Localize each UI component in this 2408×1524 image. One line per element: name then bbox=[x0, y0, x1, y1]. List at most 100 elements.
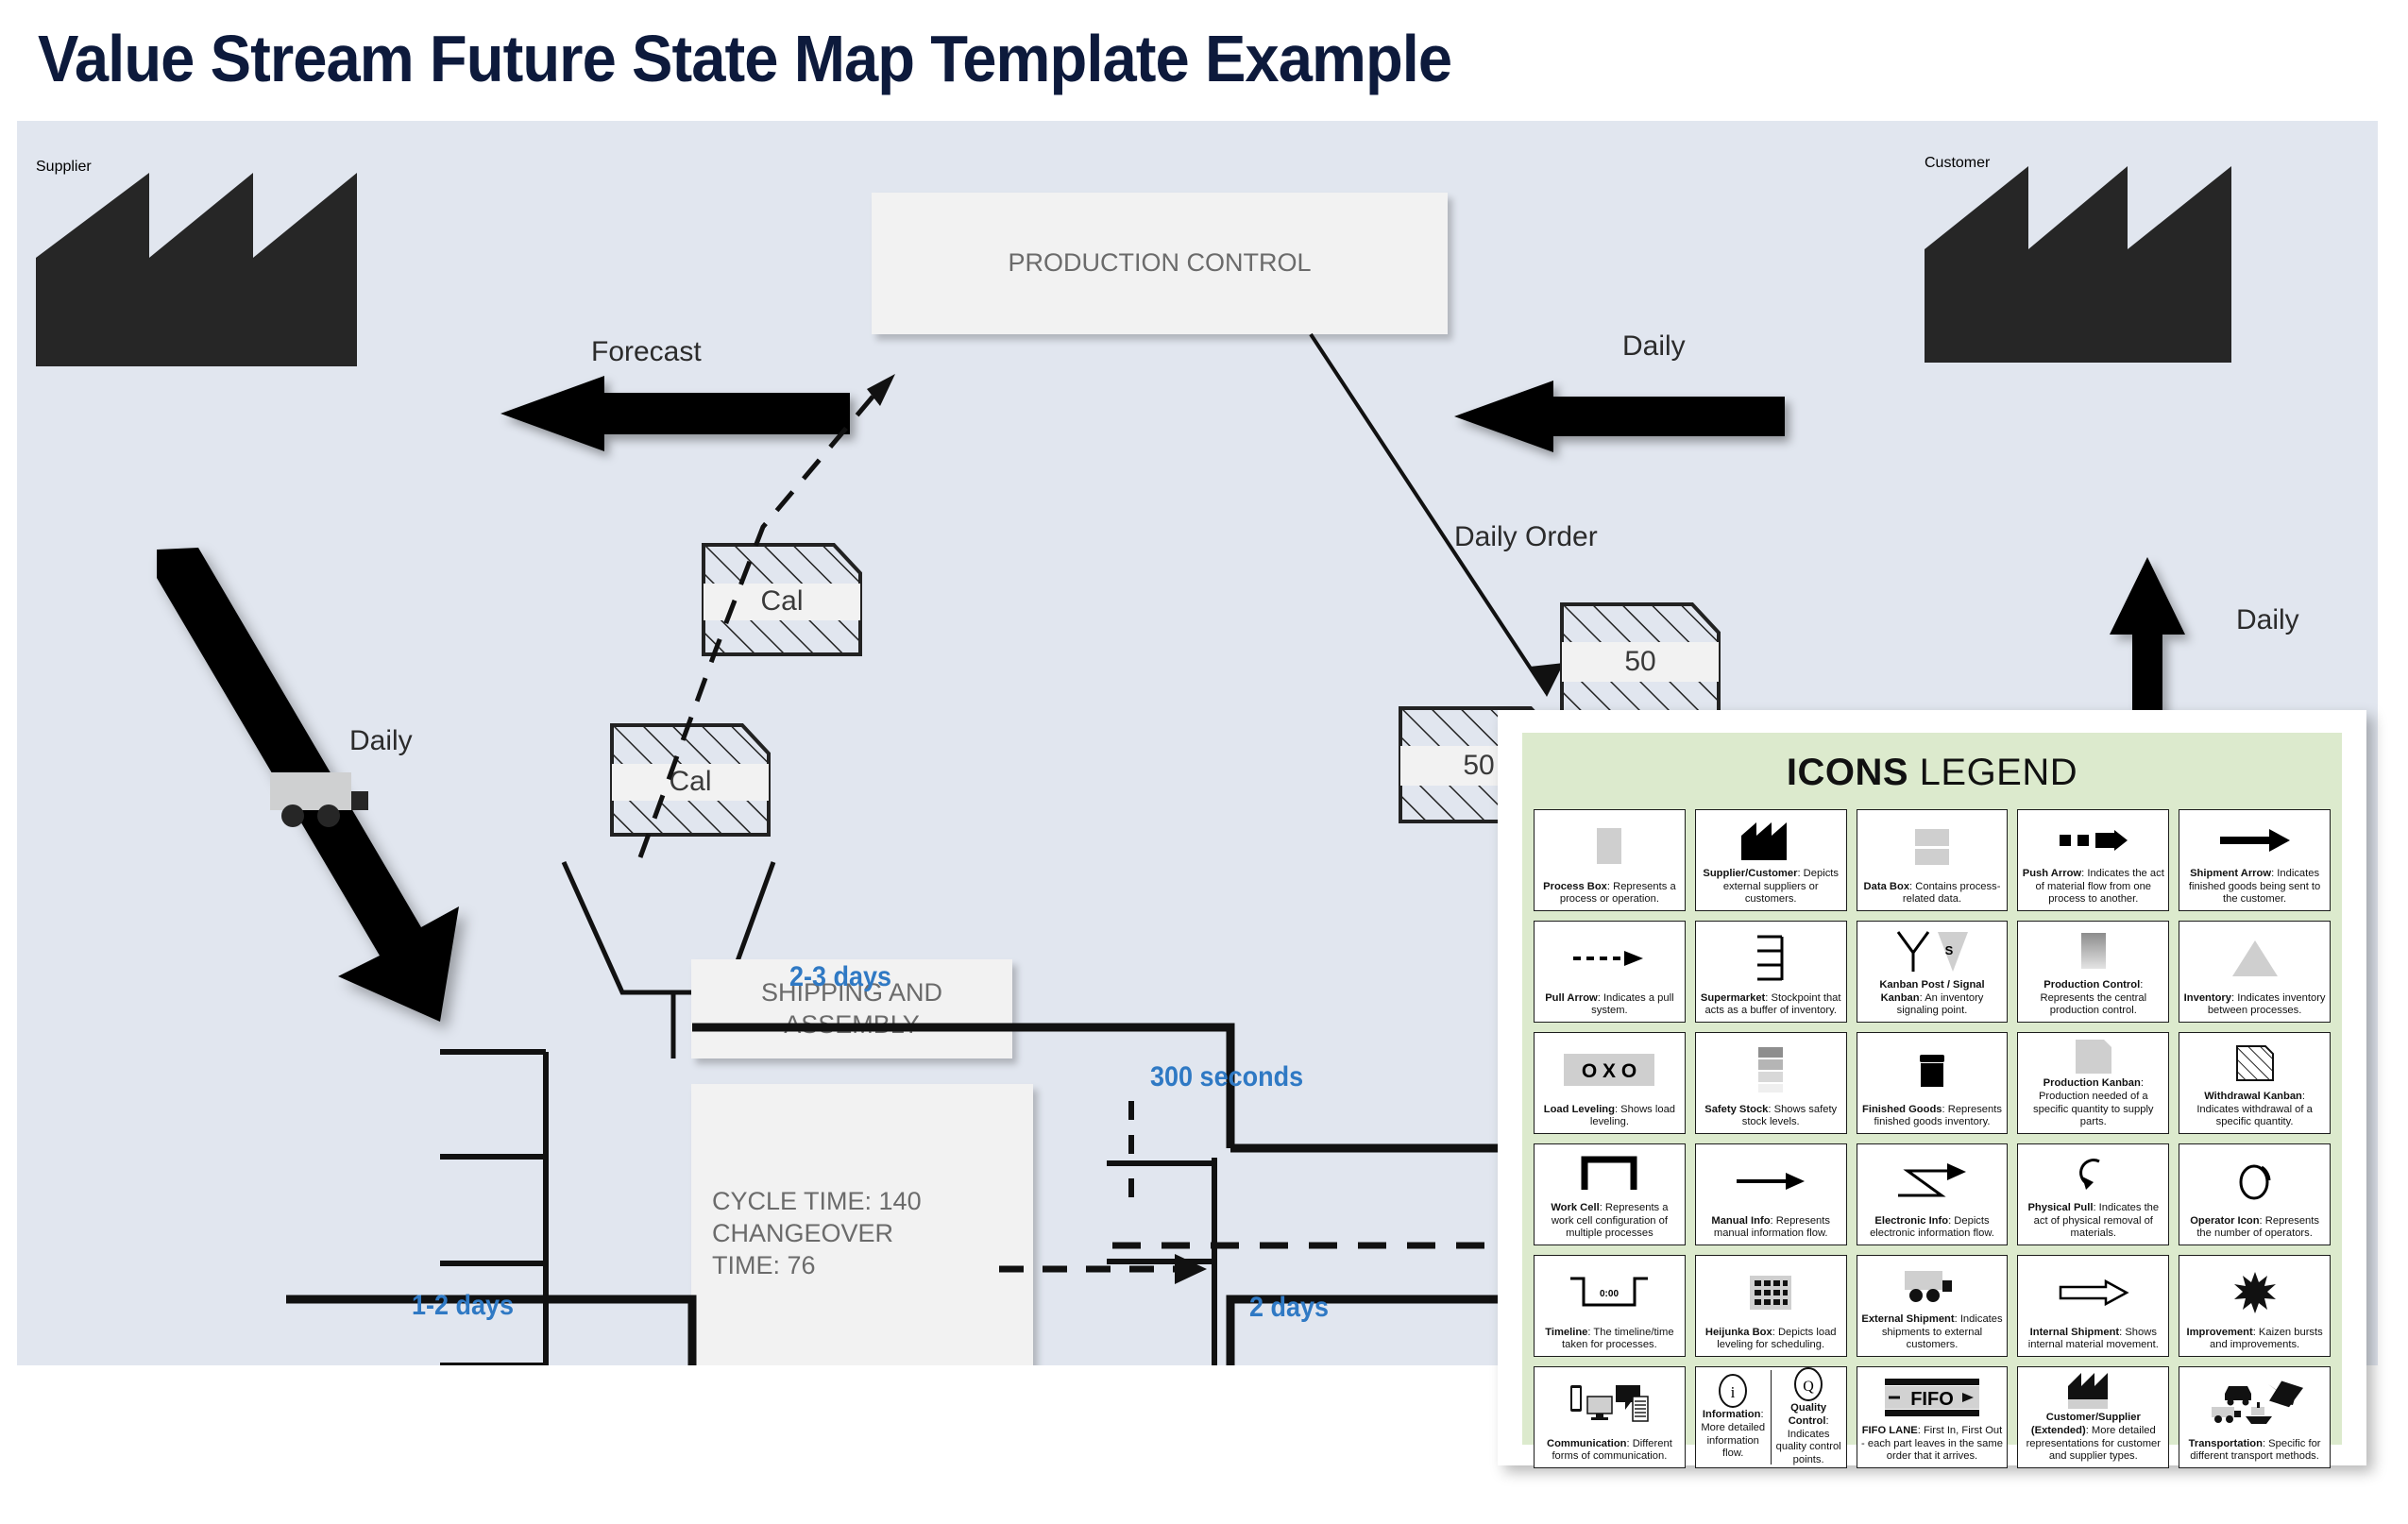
legend-desc-2: : Contains process-related data. bbox=[1902, 880, 2001, 906]
legend-item-external-shipment[interactable]: External Shipment: Indicates shipments t… bbox=[1856, 1255, 2009, 1357]
kanban-card-50-a-label: 50 bbox=[1562, 642, 1719, 683]
legend-item-safety-stock[interactable]: Safety Stock: Shows safety stock levels. bbox=[1694, 1032, 1847, 1134]
legend-item-electronic-info[interactable]: Electronic Info: Depicts electronic info… bbox=[1856, 1143, 2009, 1245]
legend-title-light: LEGEND bbox=[1908, 752, 2078, 793]
legend-item-work-cell[interactable]: Work Cell: Represents a work cell config… bbox=[1534, 1143, 1686, 1245]
legend-item-withdrawal-kanban[interactable]: Withdrawal Kanban: Indicates withdrawal … bbox=[2179, 1032, 2331, 1134]
push-arrow-icon bbox=[2022, 813, 2164, 868]
legend-name-3: Push Arrow bbox=[2022, 868, 2082, 880]
legend-item-finished-goods[interactable]: Finished Goods: Represents finished good… bbox=[1856, 1032, 2009, 1134]
legend-item-shipment-arrow[interactable]: Shipment Arrow: Indicates finished goods… bbox=[2179, 809, 2331, 911]
electronic-info-flow bbox=[584, 366, 905, 858]
production-kanban-icon bbox=[2022, 1036, 2164, 1077]
legend-name-30: Transportation bbox=[2188, 1437, 2263, 1449]
lead-time-1-2-days: 1-2 days bbox=[412, 1290, 515, 1321]
improvement-icon bbox=[2183, 1259, 2326, 1327]
customer-label: Customer bbox=[1925, 155, 1991, 171]
page-title: Value Stream Future State Map Template E… bbox=[38, 22, 1452, 95]
legend-half-quality-control[interactable]: Q Quality Control: Indicates quality con… bbox=[1772, 1367, 1846, 1467]
legend-item-transportation[interactable]: Transportation: Specific for different t… bbox=[2179, 1366, 2331, 1468]
legend-item-operator[interactable]: Operator Icon: Represents the number of … bbox=[2179, 1143, 2331, 1245]
heijunka-box-icon bbox=[1700, 1259, 1842, 1327]
legend-item-supermarket[interactable]: Supermarket: Stockpoint that acts as a b… bbox=[1694, 921, 1847, 1023]
internal-shipment-icon bbox=[2022, 1259, 2164, 1327]
physical-pull-icon bbox=[2022, 1147, 2164, 1202]
quality-control-icon: Q bbox=[1773, 1367, 1844, 1402]
legend-item-information-quality[interactable]: i Information: More detailed information… bbox=[1694, 1366, 1847, 1468]
legend-name-0: Process Box bbox=[1543, 880, 1607, 892]
legend-item-physical-pull[interactable]: Physical Pull: Indicates the act of phys… bbox=[2017, 1143, 2170, 1245]
withdrawal-kanban-icon bbox=[2183, 1036, 2326, 1091]
legend-name-23: Internal Shipment bbox=[2029, 1326, 2120, 1338]
legend-name-24: Improvement bbox=[2186, 1326, 2253, 1338]
kanban-post-signal-icon: S bbox=[1861, 924, 2004, 979]
transportation-icon bbox=[2183, 1370, 2326, 1438]
legend-name-15: Work Cell bbox=[1551, 1202, 1600, 1214]
legend-name-16: Manual Info bbox=[1711, 1214, 1771, 1227]
legend-item-production-control[interactable]: Production Control: Represents the centr… bbox=[2017, 921, 2170, 1023]
legend-item-timeline[interactable]: 0:00 Timeline: The timeline/time taken f… bbox=[1534, 1255, 1686, 1357]
legend-half-information[interactable]: i Information: More detailed information… bbox=[1696, 1370, 1772, 1465]
legend-item-communication[interactable]: Communication: Different forms of commun… bbox=[1534, 1366, 1686, 1468]
process-time-300-seconds: 300 seconds bbox=[1150, 1061, 1304, 1092]
lead-time-2-3-days: 2-3 days bbox=[789, 961, 892, 992]
load-leveling-icon: O X O bbox=[1538, 1036, 1681, 1104]
legend-name-11: Safety Stock bbox=[1704, 1103, 1769, 1115]
icons-legend-inner: ICONS LEGEND Process Box: Represents a p… bbox=[1522, 733, 2342, 1468]
icons-legend-panel: ICONS LEGEND Process Box: Represents a p… bbox=[1498, 710, 2366, 1468]
legend-item-process-box[interactable]: Process Box: Represents a process or ope… bbox=[1534, 809, 1686, 911]
legend-name-8: Production Control bbox=[2043, 979, 2141, 991]
legend-name-22: External Shipment bbox=[1861, 1313, 1955, 1326]
timeline-icon: 0:00 bbox=[1538, 1259, 1681, 1327]
supplier-customer-icon bbox=[1700, 813, 1842, 868]
legend-item-load-leveling[interactable]: O X O Load Leveling: Shows load leveling… bbox=[1534, 1032, 1686, 1134]
kanban-card-50-a: 50 bbox=[1560, 602, 1721, 720]
production-control-box: PRODUCTION CONTROL bbox=[872, 193, 1448, 334]
legend-name-1: Supplier/Customer bbox=[1703, 868, 1798, 880]
legend-item-customer-supplier-extended[interactable]: Customer/Supplier (Extended): More detai… bbox=[2017, 1366, 2170, 1468]
legend-item-heijunka-box[interactable]: Heijunka Box: Depicts load leveling for … bbox=[1694, 1255, 1847, 1357]
legend-item-production-kanban[interactable]: Production Kanban: Production needed of … bbox=[2017, 1032, 2170, 1134]
daily-order-label: Daily Order bbox=[1454, 521, 1598, 552]
pull-arrow-icon bbox=[1538, 924, 1681, 992]
legend-item-data-box[interactable]: Data Box: Contains process-related data. bbox=[1856, 809, 2009, 911]
svg-text:S: S bbox=[1945, 943, 1954, 957]
legend-name-9: Inventory bbox=[2183, 991, 2232, 1004]
work-cell-icon bbox=[1538, 1147, 1681, 1202]
legend-item-supplier-customer[interactable]: Supplier/Customer: Depicts external supp… bbox=[1694, 809, 1847, 911]
daily-right-label: Daily bbox=[2236, 604, 2299, 635]
supplier-label: Supplier bbox=[36, 159, 92, 175]
external-shipment-icon bbox=[1861, 1259, 2004, 1313]
legend-item-pull-arrow[interactable]: Pull Arrow: Indicates a pull system. bbox=[1534, 921, 1686, 1023]
legend-item-fifo-lane[interactable]: FIFO FIFO LANE: First In, First Out - ea… bbox=[1856, 1366, 2009, 1468]
customer-supplier-extended-icon bbox=[2022, 1370, 2164, 1412]
legend-item-inventory[interactable]: Inventory: Indicates inventory between p… bbox=[2179, 921, 2331, 1023]
information-icon: i bbox=[1698, 1373, 1769, 1409]
legend-name-2: Data Box bbox=[1863, 880, 1910, 892]
legend-item-manual-info[interactable]: Manual Info: Represents manual informati… bbox=[1694, 1143, 1847, 1245]
legend-name-27: Quality Control bbox=[1788, 1402, 1827, 1428]
legend-name-28: FIFO LANE bbox=[1861, 1425, 1918, 1437]
legend-name-19: Operator Icon bbox=[2190, 1214, 2260, 1227]
icons-legend-title: ICONS LEGEND bbox=[1534, 752, 2331, 794]
legend-name-14: Withdrawal Kanban bbox=[2204, 1091, 2302, 1103]
legend-title-bold: ICONS bbox=[1786, 752, 1909, 793]
legend-name-13: Production Kanban bbox=[2043, 1077, 2141, 1090]
legend-item-internal-shipment[interactable]: Internal Shipment: Shows internal materi… bbox=[2017, 1255, 2170, 1357]
operator-icon bbox=[2183, 1147, 2326, 1215]
fifo-lane-icon: FIFO bbox=[1861, 1370, 2004, 1425]
legend-item-kanban-post-signal[interactable]: S Kanban Post / Signal Kanban: An invent… bbox=[1856, 921, 2009, 1023]
legend-desc-5: : Indicates a pull system. bbox=[1591, 991, 1674, 1017]
shipment-arrow-icon bbox=[2183, 813, 2326, 868]
legend-item-push-arrow[interactable]: Push Arrow: Indicates the act of materia… bbox=[2017, 809, 2170, 911]
supermarket-icon bbox=[1700, 924, 1842, 992]
svg-text:O X O: O X O bbox=[1582, 1060, 1636, 1082]
legend-item-improvement[interactable]: Improvement: Kaizen bursts and improveme… bbox=[2179, 1255, 2331, 1357]
safety-stock-icon bbox=[1700, 1036, 1842, 1104]
daily-top-right-label: Daily bbox=[1622, 330, 1686, 362]
legend-name-4: Shipment Arrow bbox=[2190, 868, 2272, 880]
legend-name-6: Supermarket bbox=[1700, 991, 1766, 1004]
communication-icon bbox=[1538, 1370, 1681, 1438]
icons-legend-grid: Process Box: Represents a process or ope… bbox=[1534, 809, 2331, 1468]
data-box-icon bbox=[1861, 813, 2004, 881]
